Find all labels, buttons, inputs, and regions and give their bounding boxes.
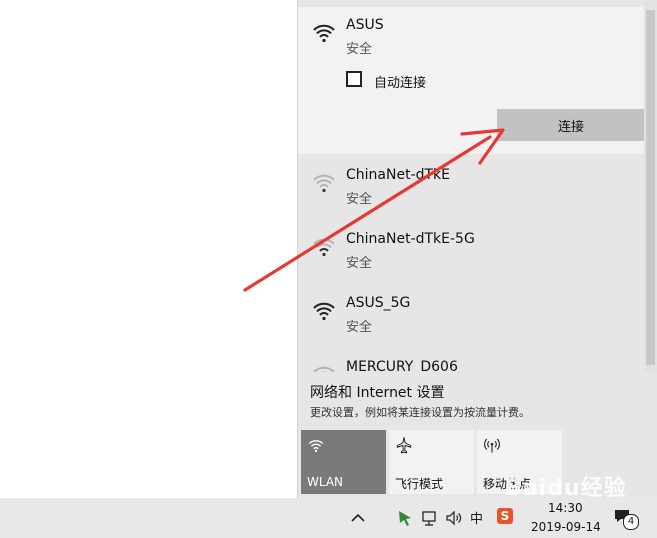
notification-count-badge: 4 — [623, 514, 639, 530]
flyout-top-strip — [298, 0, 644, 7]
taskbar: 中 S 14:30 2019-09-14 4 — [0, 498, 657, 538]
scrollbar-thumb[interactable] — [646, 10, 655, 365]
volume-icon[interactable] — [445, 509, 463, 527]
network-status: 安全 — [346, 320, 373, 335]
cursor-arrow-icon[interactable] — [396, 509, 414, 527]
wifi-signal-full-icon — [313, 24, 335, 43]
connect-button[interactable]: 连接 — [497, 109, 644, 141]
hotspot-icon — [484, 438, 500, 453]
clock-date[interactable]: 2019-09-14 — [531, 520, 601, 534]
baidu-watermark: Baidu经验 — [505, 476, 627, 501]
network-tray-icon[interactable] — [421, 509, 439, 527]
network-flyout: ASUS 安全 自动连接 连接 ChinaNet-dTkE 安全 ChinaNe… — [297, 0, 657, 498]
wifi-signal-weak-icon — [313, 238, 335, 257]
network-list: ASUS 安全 自动连接 连接 ChinaNet-dTkE 安全 ChinaNe… — [298, 7, 644, 372]
network-name: MERCURY_D606 — [346, 359, 458, 372]
network-list-scrollbar[interactable] — [644, 0, 657, 372]
sogou-input-icon[interactable]: S — [497, 508, 513, 524]
network-status: 安全 — [346, 42, 373, 57]
network-name: ASUS — [346, 17, 384, 33]
network-status: 安全 — [346, 192, 373, 207]
settings-description: 更改设置，例如将某连接设置为按流量计费。 — [310, 406, 530, 419]
network-item-chinanet-5g[interactable]: ChinaNet-dTkE-5G 安全 — [298, 221, 644, 285]
network-name: ChinaNet-dTkE — [346, 167, 451, 183]
tile-label: WLAN — [307, 475, 344, 489]
wifi-signal-weak-icon — [313, 366, 335, 372]
network-item-mercury[interactable]: MERCURY_D606 — [298, 349, 644, 372]
action-center-button[interactable]: 4 — [613, 507, 639, 530]
settings-title[interactable]: 网络和 Internet 设置 — [310, 382, 445, 402]
network-item-asus[interactable]: ASUS 安全 自动连接 连接 — [298, 7, 644, 154]
clock-time[interactable]: 14:30 — [548, 501, 583, 515]
wifi-signal-weak-icon — [313, 174, 335, 193]
network-item-chinanet[interactable]: ChinaNet-dTkE 安全 — [298, 157, 644, 221]
auto-connect-checkbox[interactable] — [346, 71, 362, 87]
tile-wlan[interactable]: WLAN — [301, 430, 386, 494]
network-name: ASUS_5G — [346, 295, 411, 311]
ime-indicator[interactable]: 中 — [470, 508, 488, 527]
network-item-asus-5g[interactable]: ASUS_5G 安全 — [298, 285, 644, 349]
tile-airplane-mode[interactable]: 飞行模式 — [389, 430, 474, 494]
tile-label: 飞行模式 — [395, 477, 444, 491]
chevron-up-icon[interactable] — [349, 509, 367, 527]
airplane-icon — [396, 437, 412, 454]
auto-connect-label: 自动连接 — [374, 76, 427, 91]
wifi-icon — [308, 440, 324, 453]
wifi-signal-full-icon — [313, 302, 335, 321]
network-name: ChinaNet-dTkE-5G — [346, 231, 475, 247]
network-status: 安全 — [346, 256, 373, 271]
network-settings-link[interactable]: 网络和 Internet 设置 更改设置，例如将某连接设置为按流量计费。 — [298, 372, 657, 426]
